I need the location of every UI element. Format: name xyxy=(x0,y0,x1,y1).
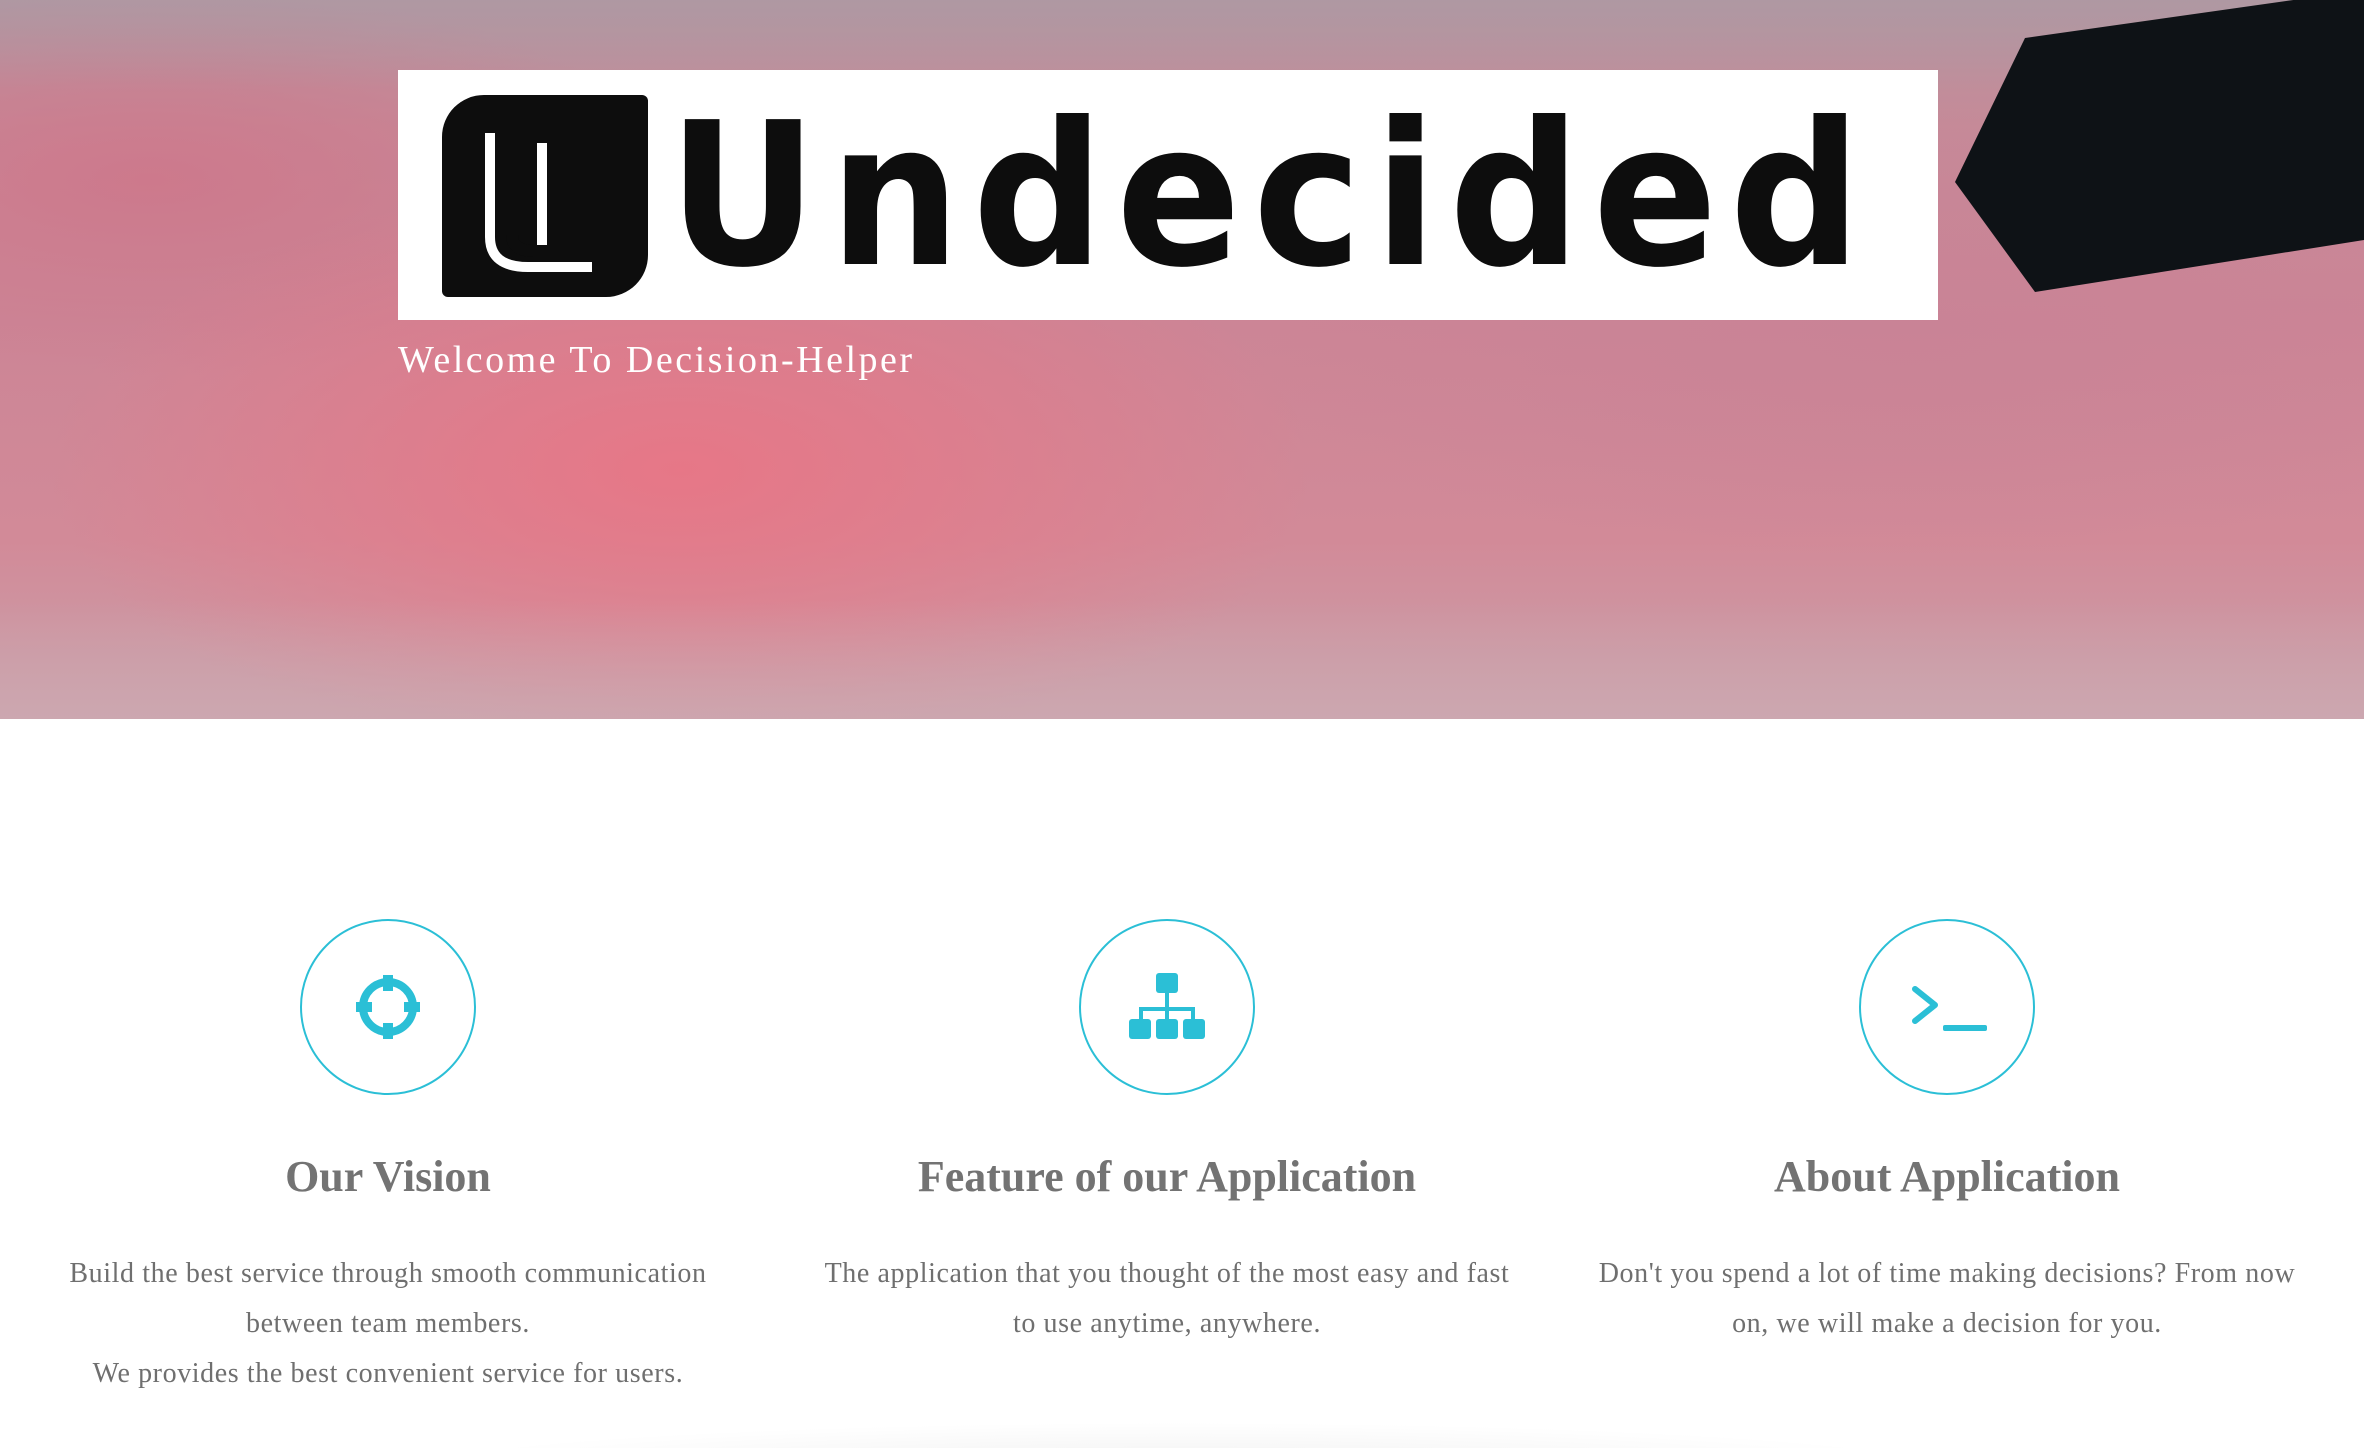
dark-shape-decoration xyxy=(1955,0,2364,292)
feature-description-line: Don't you spend a lot of time making dec… xyxy=(1598,1258,2296,1289)
feature-description: Build the best service through smooth co… xyxy=(38,1249,738,1399)
welcome-text: Welcome To Decision-Helper xyxy=(398,339,915,381)
feature-description-line: on, we will make a decision for you. xyxy=(1732,1308,2162,1339)
feature-description: The application that you thought of the … xyxy=(817,1249,1517,1349)
crosshairs-icon xyxy=(356,975,420,1039)
hero-banner: Undecided Welcome To Decision-Helper xyxy=(0,0,2364,719)
terminal-icon xyxy=(1912,986,1987,1031)
feature-description: Don't you spend a lot of time making dec… xyxy=(1597,1249,2297,1349)
feature-title: About Application xyxy=(1774,1152,2120,1201)
hero-bottom-haze xyxy=(0,600,2364,719)
features-section: Our Vision Build the best service throug… xyxy=(0,719,2364,1448)
feature-description-line: The application that you thought of the … xyxy=(824,1258,1510,1289)
feature-icon-circle xyxy=(1859,919,2035,1095)
sitemap-icon xyxy=(1129,973,1205,1039)
feature-icon-circle xyxy=(300,919,476,1095)
logo-u-glyph-icon xyxy=(485,133,592,272)
logo-badge xyxy=(442,95,648,297)
logo-wordmark: Undecided xyxy=(668,80,1874,312)
feature-description-line: between team members. xyxy=(246,1308,530,1339)
feature-title: Our Vision xyxy=(285,1152,491,1201)
feature-title: Feature of our Application xyxy=(917,1152,1417,1201)
feature-description-line: Build the best service through smooth co… xyxy=(69,1258,707,1289)
feature-description-line: to use anytime, anywhere. xyxy=(1012,1308,1322,1339)
feature-icon-circle xyxy=(1079,919,1255,1095)
section-bottom-shadow xyxy=(200,1410,2160,1448)
feature-description-line: We provides the best convenient service … xyxy=(92,1358,684,1389)
logo[interactable]: Undecided xyxy=(398,70,1938,320)
